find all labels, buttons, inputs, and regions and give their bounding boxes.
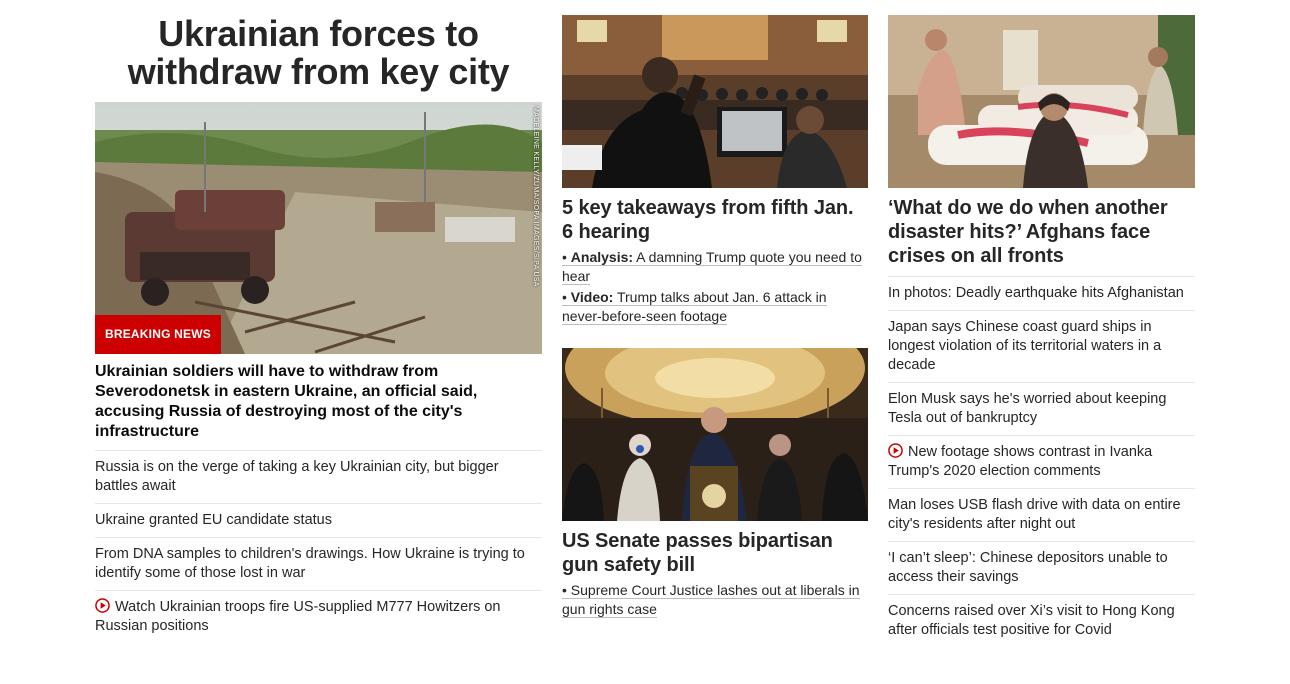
list-item-text: Man loses USB flash drive with data on e… <box>888 497 1181 532</box>
sub-link-video[interactable]: • Video: Trump talks about Jan. 6 attack… <box>562 288 868 326</box>
list-item-text: Watch Ukrainian troops fire US-supplied … <box>95 599 501 634</box>
sub-link[interactable]: • Supreme Court Justice lashes out at li… <box>562 581 868 619</box>
senate-sub-links: • Supreme Court Justice lashes out at li… <box>562 581 868 619</box>
list-item[interactable]: Japan says Chinese coast guard ships in … <box>888 311 1195 383</box>
afghanistan-image[interactable] <box>888 15 1195 188</box>
sub-link-text: Supreme Court Justice lashes out at libe… <box>562 582 860 617</box>
sub-link-prefix: Analysis: <box>570 249 634 265</box>
list-item-text: Concerns raised over Xi’s visit to Hong … <box>888 603 1175 638</box>
middle-column: 5 key takeaways from fifth Jan. 6 hearin… <box>562 15 868 621</box>
list-item-text: Ukraine granted EU candidate status <box>95 512 332 528</box>
list-item-text: New footage shows contrast in Ivanka Tru… <box>888 444 1153 479</box>
list-item[interactable]: Russia is on the verge of taking a key U… <box>95 451 542 504</box>
list-item[interactable]: Concerns raised over Xi’s visit to Hong … <box>888 595 1195 647</box>
list-item[interactable]: ‘I can’t sleep’: Chinese depositors unab… <box>888 542 1195 595</box>
list-item-text: ‘I can’t sleep’: Chinese depositors unab… <box>888 550 1168 585</box>
list-item[interactable]: From DNA samples to children's drawings.… <box>95 538 542 591</box>
afghanistan-headline[interactable]: ‘What do we do when another disaster hit… <box>888 196 1195 268</box>
sub-link-prefix: Video: <box>570 289 614 305</box>
right-links-list: In photos: Deadly earthquake hits Afghan… <box>888 276 1195 647</box>
list-item[interactable]: Man loses USB flash drive with data on e… <box>888 489 1195 542</box>
list-item[interactable]: Watch Ukrainian troops fire US-supplied … <box>95 591 542 643</box>
lead-story-image[interactable]: MADELEINE KELLY/ZUMA/SOPA IMAGES/SIPA US… <box>95 102 542 354</box>
list-item[interactable]: New footage shows contrast in Ivanka Tru… <box>888 436 1195 489</box>
lead-story-column: Ukrainian forces to withdraw from key ci… <box>95 12 542 643</box>
list-item-text: From DNA samples to children's drawings.… <box>95 546 525 581</box>
list-item-text: Japan says Chinese coast guard ships in … <box>888 319 1162 373</box>
sub-link-analysis[interactable]: • Analysis: A damning Trump quote you ne… <box>562 248 868 286</box>
list-item-text: Russia is on the verge of taking a key U… <box>95 459 499 494</box>
related-links-list: Russia is on the verge of taking a key U… <box>95 451 542 643</box>
list-item[interactable]: In photos: Deadly earthquake hits Afghan… <box>888 277 1195 311</box>
breaking-news-badge: BREAKING NEWS <box>95 315 221 354</box>
hearing-headline[interactable]: 5 key takeaways from fifth Jan. 6 hearin… <box>562 196 868 244</box>
photo-credit: MADELEINE KELLY/ZUMA/SOPA IMAGES/SIPA US… <box>532 106 539 287</box>
lead-summary-link[interactable]: Ukrainian soldiers will have to withdraw… <box>95 354 542 451</box>
right-column: ‘What do we do when another disaster hit… <box>888 15 1195 647</box>
list-item[interactable]: Elon Musk says he's worried about keepin… <box>888 383 1195 436</box>
list-item-text: Elon Musk says he's worried about keepin… <box>888 391 1167 426</box>
list-item-text: In photos: Deadly earthquake hits Afghan… <box>888 285 1184 301</box>
hearing-image[interactable] <box>562 15 868 188</box>
video-play-icon <box>95 598 110 613</box>
lead-headline[interactable]: Ukrainian forces to withdraw from key ci… <box>95 12 542 91</box>
hearing-sub-links: • Analysis: A damning Trump quote you ne… <box>562 248 868 326</box>
senate-story: US Senate passes bipartisan gun safety b… <box>562 348 868 619</box>
list-item[interactable]: Ukraine granted EU candidate status <box>95 504 542 538</box>
video-play-icon <box>888 443 903 458</box>
senate-headline[interactable]: US Senate passes bipartisan gun safety b… <box>562 529 868 577</box>
senate-image[interactable] <box>562 348 868 521</box>
